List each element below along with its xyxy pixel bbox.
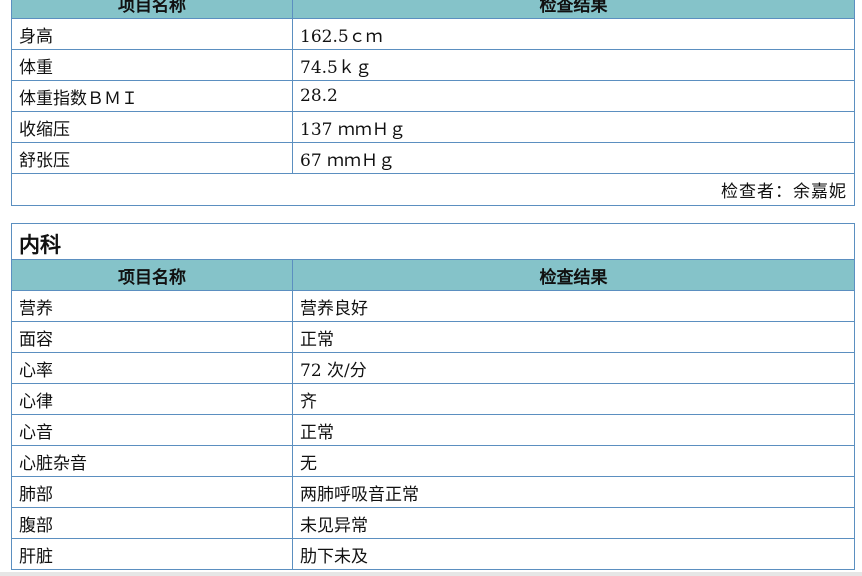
table-row: 收缩压 137 ｍｍＨｇ: [11, 111, 855, 143]
table-row: 肝脏 肋下未及: [11, 538, 855, 570]
item-result: 正常: [292, 414, 855, 446]
item-result: 137 ｍｍＨｇ: [292, 111, 855, 143]
table-row: 心音 正常: [11, 414, 855, 446]
item-result: 72 次/分: [292, 352, 855, 384]
section-title: 内科: [11, 223, 855, 260]
internal-medicine-table: 内科 项目名称 检查结果 营养 营养良好 面容 正常 心率 72 次/分 心律 …: [11, 223, 855, 570]
column-header-result: 检查结果: [292, 0, 855, 19]
table-row: 身高 162.5ｃｍ: [11, 18, 855, 50]
item-name: 腹部: [11, 507, 293, 539]
item-result: 162.5ｃｍ: [292, 18, 855, 50]
page-bottom-edge: [0, 572, 862, 576]
table-row: 心率 72 次/分: [11, 352, 855, 384]
table-row: 体重指数ＢＭＩ 28.2: [11, 80, 855, 112]
item-result: 67 ｍｍＨｇ: [292, 142, 855, 174]
table-row: 心脏杂音 无: [11, 445, 855, 477]
item-result: 两肺呼吸音正常: [292, 476, 855, 508]
column-header-item-name: 项目名称: [11, 0, 293, 19]
examiner-row: 检查者：余嘉妮: [11, 173, 855, 206]
item-name: 肺部: [11, 476, 293, 508]
column-header-item-name: 项目名称: [11, 259, 293, 291]
item-name: 舒张压: [11, 142, 293, 174]
item-name: 收缩压: [11, 111, 293, 143]
item-name: 肝脏: [11, 538, 293, 570]
examiner-signature: 检查者：余嘉妮: [11, 173, 855, 206]
item-result: 肋下未及: [292, 538, 855, 570]
item-name: 体重: [11, 49, 293, 81]
item-result: 营养良好: [292, 290, 855, 322]
column-header-result: 检查结果: [292, 259, 855, 291]
table-row: 腹部 未见异常: [11, 507, 855, 539]
item-result: 74.5ｋｇ: [292, 49, 855, 81]
physical-exam-table: 项目名称 检查结果 身高 162.5ｃｍ 体重 74.5ｋｇ 体重指数ＢＭＩ 2…: [11, 0, 855, 206]
table-row: 体重 74.5ｋｇ: [11, 49, 855, 81]
table-row: 营养 营养良好: [11, 290, 855, 322]
item-name: 身高: [11, 18, 293, 50]
item-result: 28.2: [292, 80, 855, 112]
item-name: 心律: [11, 383, 293, 415]
table-row: 心律 齐: [11, 383, 855, 415]
item-name: 心率: [11, 352, 293, 384]
table-header-row: 项目名称 检查结果: [11, 0, 855, 19]
table-header-row: 项目名称 检查结果: [11, 259, 855, 291]
item-name: 面容: [11, 321, 293, 353]
table-row: 舒张压 67 ｍｍＨｇ: [11, 142, 855, 174]
section-title-row: 内科: [11, 223, 855, 260]
item-result: 正常: [292, 321, 855, 353]
item-name: 心脏杂音: [11, 445, 293, 477]
table-row: 肺部 两肺呼吸音正常: [11, 476, 855, 508]
item-result: 未见异常: [292, 507, 855, 539]
item-result: 齐: [292, 383, 855, 415]
item-name: 体重指数ＢＭＩ: [11, 80, 293, 112]
item-result: 无: [292, 445, 855, 477]
item-name: 营养: [11, 290, 293, 322]
table-row: 面容 正常: [11, 321, 855, 353]
item-name: 心音: [11, 414, 293, 446]
